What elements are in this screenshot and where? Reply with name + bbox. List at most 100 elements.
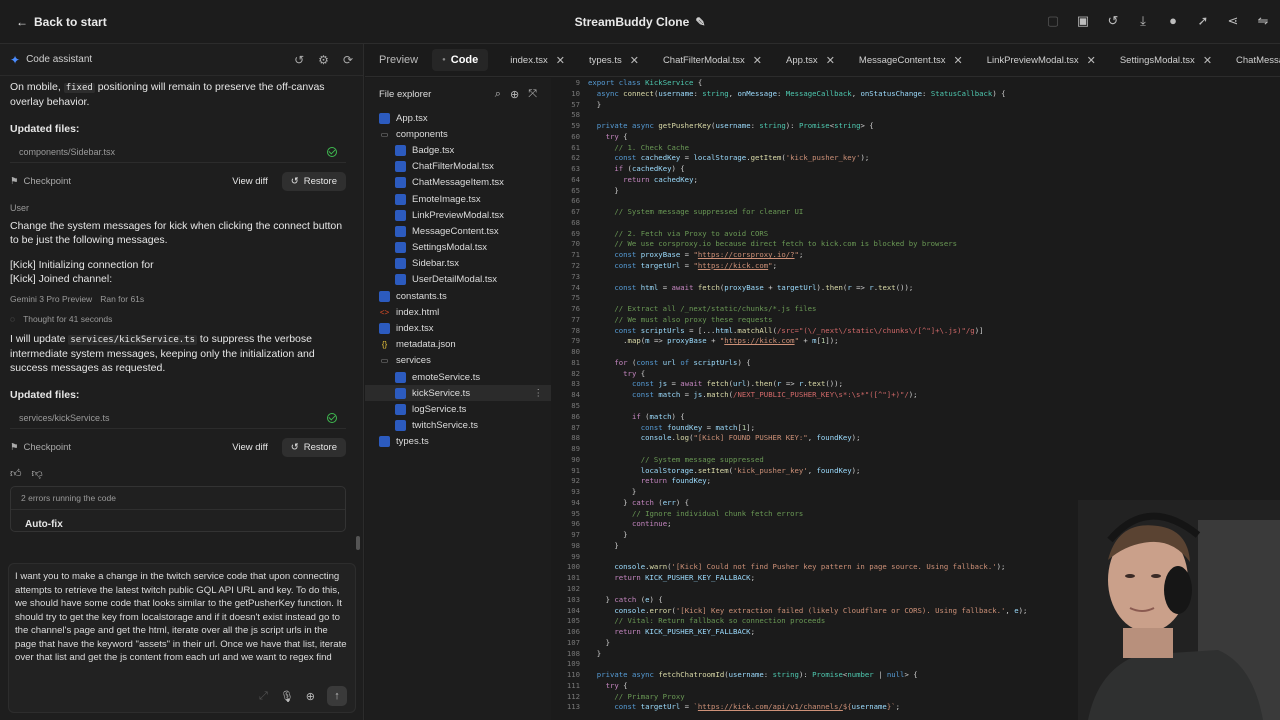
- close-icon[interactable]: ✕: [954, 54, 963, 67]
- add-icon[interactable]: ⊕: [306, 690, 315, 703]
- file-tsx-icon: ▪: [395, 161, 406, 173]
- expand-icon[interactable]: ⤢: [259, 690, 268, 703]
- back-to-start-button[interactable]: ← Back to start: [8, 10, 115, 34]
- thumbs-down-icon[interactable]: 👎︎: [32, 467, 43, 480]
- file-name: emoteService.ts: [412, 371, 481, 383]
- microphone-icon[interactable]: 🎙︎: [280, 690, 294, 703]
- file-item[interactable]: <> index.html: [365, 304, 551, 320]
- github-icon[interactable]: ●: [1164, 12, 1182, 30]
- check-icon: [327, 412, 337, 423]
- file-item[interactable]: ▪ types.ts: [365, 434, 551, 450]
- edit-pencil-icon[interactable]: ✎: [695, 15, 705, 29]
- assistant-panel: ✦ Code assistant ↺ ⚙ ⟳ On mobile, fixed …: [0, 44, 364, 720]
- file-item[interactable]: ▪ UserDetailModal.tsx: [365, 272, 551, 288]
- code-line: 73: [571, 271, 580, 281]
- updated-file-item[interactable]: services/kickService.ts: [10, 407, 346, 429]
- add-file-icon[interactable]: ⊕: [510, 88, 519, 101]
- code-line: 58: [571, 110, 580, 120]
- code-line: 85: [571, 400, 580, 410]
- file-name: ChatFilterModal.tsx: [412, 161, 494, 173]
- file-item[interactable]: ▪ SettingsModal.tsx: [365, 240, 551, 256]
- file-item[interactable]: ▪ ChatMessageItem.tsx: [365, 175, 551, 191]
- save-icon[interactable]: ▣: [1074, 12, 1092, 30]
- code-line: 83 const js = await fetch(url).then(r =>…: [571, 379, 843, 389]
- restore-button[interactable]: ↺ Restore: [281, 437, 346, 457]
- view-diff-button[interactable]: View diff: [232, 176, 268, 187]
- file-tab[interactable]: App.tsx ✕: [774, 44, 847, 76]
- close-icon[interactable]: ✕: [556, 54, 565, 67]
- collapse-icon[interactable]: ⤧: [528, 88, 537, 101]
- assistant-message: I will update services/kickService.ts to…: [10, 333, 315, 374]
- file-item[interactable]: ▪ EmoteImage.tsx: [365, 191, 551, 207]
- file-name: App.tsx: [396, 112, 428, 124]
- file-item[interactable]: ▪ LinkPreviewModal.tsx: [365, 207, 551, 223]
- file-item[interactable]: ▪ constants.ts: [365, 288, 551, 304]
- assistant-message: On mobile, fixed positioning will remain…: [10, 81, 325, 108]
- code-line: 92 return foundKey;: [571, 476, 712, 486]
- share-icon[interactable]: ⋖: [1224, 12, 1242, 30]
- deploy-rocket-icon[interactable]: ➚: [1194, 12, 1212, 30]
- file-tsx-icon: ▪: [395, 177, 406, 189]
- search-icon[interactable]: ⌕: [495, 88, 501, 101]
- code-line: 84 const match = js.match(/NEXT_PUBLIC_P…: [571, 390, 918, 400]
- folder-item[interactable]: ▭ components: [365, 126, 551, 142]
- chat-scrollbar[interactable]: [356, 536, 360, 550]
- prompt-input[interactable]: I want you to make a change in the twitc…: [8, 563, 356, 713]
- copy-icon[interactable]: ▢: [1044, 12, 1062, 30]
- more-icon[interactable]: ⋮: [534, 388, 544, 399]
- file-item[interactable]: ▪ ChatFilterModal.tsx: [365, 159, 551, 175]
- tab-preview[interactable]: Preview: [365, 54, 432, 66]
- refresh-icon[interactable]: ⟳: [343, 53, 353, 67]
- restore-button[interactable]: ↺ Restore: [281, 171, 346, 191]
- file-tab[interactable]: index.tsx ✕: [498, 44, 577, 76]
- file-tab[interactable]: SettingsModal.tsx ✕: [1108, 44, 1224, 76]
- file-item[interactable]: {} metadata.json: [365, 337, 551, 353]
- file-item[interactable]: ▪ App.tsx: [365, 110, 551, 126]
- file-name: Sidebar.tsx: [412, 258, 459, 270]
- settings-toggle-icon[interactable]: ⇋: [1254, 12, 1272, 30]
- webcam-overlay: [1078, 500, 1280, 720]
- history-icon[interactable]: ↺: [1104, 12, 1122, 30]
- history-icon[interactable]: ↺: [294, 53, 304, 67]
- close-icon[interactable]: ✕: [753, 54, 762, 67]
- prompt-text[interactable]: I want you to make a change in the twitc…: [15, 570, 349, 665]
- send-button[interactable]: ↑: [327, 686, 347, 706]
- close-icon[interactable]: ✕: [1203, 54, 1212, 67]
- file-item[interactable]: ▪ Badge.tsx: [365, 142, 551, 158]
- error-count: 2 errors running the code: [21, 493, 116, 503]
- file-item[interactable]: ▪ twitchService.ts: [365, 418, 551, 434]
- file-tsx-icon: ▪: [395, 193, 406, 205]
- file-item[interactable]: ▪ Sidebar.tsx: [365, 256, 551, 272]
- download-icon[interactable]: ⤓: [1134, 12, 1152, 30]
- file-item[interactable]: ▪ MessageContent.tsx: [365, 223, 551, 239]
- file-ts-icon: ▪: [395, 387, 406, 399]
- close-icon[interactable]: ✕: [826, 54, 835, 67]
- file-tsx-icon: ▪: [395, 144, 406, 156]
- close-icon[interactable]: ✕: [630, 54, 639, 67]
- view-diff-button[interactable]: View diff: [232, 442, 268, 453]
- prompt-actions: ⤢ 🎙︎ ⊕ ↑: [259, 686, 347, 706]
- file-item[interactable]: ▪ logService.ts: [365, 401, 551, 417]
- thought-toggle[interactable]: ◌ Thought for 41 seconds: [10, 314, 346, 324]
- folder-item[interactable]: ▭ services: [365, 353, 551, 369]
- file-tab[interactable]: ChatMessageItem.tsx✕: [1224, 44, 1280, 76]
- file-item[interactable]: ▪ emoteService.ts: [365, 369, 551, 385]
- code-line: 71 const proxyBase = "https://corsproxy.…: [571, 250, 804, 260]
- gear-icon[interactable]: ⚙: [318, 53, 329, 67]
- tab-code[interactable]: Code: [432, 49, 489, 71]
- file-item[interactable]: ▪ index.tsx: [365, 320, 551, 336]
- file-tab[interactable]: ChatFilterModal.tsx ✕: [651, 44, 774, 76]
- file-html-icon: <>: [379, 307, 390, 317]
- file-name: LinkPreviewModal.tsx: [412, 209, 504, 221]
- file-ts-icon: ▪: [379, 290, 390, 302]
- chat-log: On mobile, fixed positioning will remain…: [0, 76, 356, 561]
- file-tab[interactable]: LinkPreviewModal.tsx ✕: [975, 44, 1108, 76]
- auto-fix-button[interactable]: Auto-fix: [11, 509, 345, 530]
- folder-icon: ▭: [380, 129, 389, 139]
- file-tab[interactable]: types.ts ✕: [577, 44, 651, 76]
- file-item[interactable]: ▪ kickService.ts ⋮: [365, 385, 551, 402]
- file-tab[interactable]: MessageContent.tsx ✕: [847, 44, 975, 76]
- close-icon[interactable]: ✕: [1087, 54, 1096, 67]
- updated-file-item[interactable]: components/Sidebar.tsx: [10, 141, 346, 163]
- thumbs-up-icon[interactable]: 👍︎: [10, 467, 22, 480]
